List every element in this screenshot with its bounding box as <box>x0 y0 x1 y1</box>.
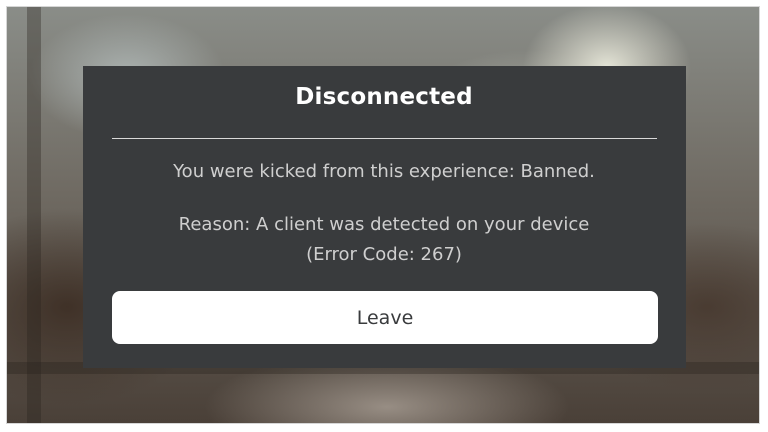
leave-button[interactable]: Leave <box>112 291 658 344</box>
kick-reason: Reason: A client was detected on your de… <box>178 214 590 235</box>
dialog-title: Disconnected <box>295 84 473 110</box>
title-divider <box>112 138 657 139</box>
kick-message: You were kicked from this experience: Ba… <box>173 161 595 182</box>
error-code: (Error Code: 267) <box>306 244 462 265</box>
